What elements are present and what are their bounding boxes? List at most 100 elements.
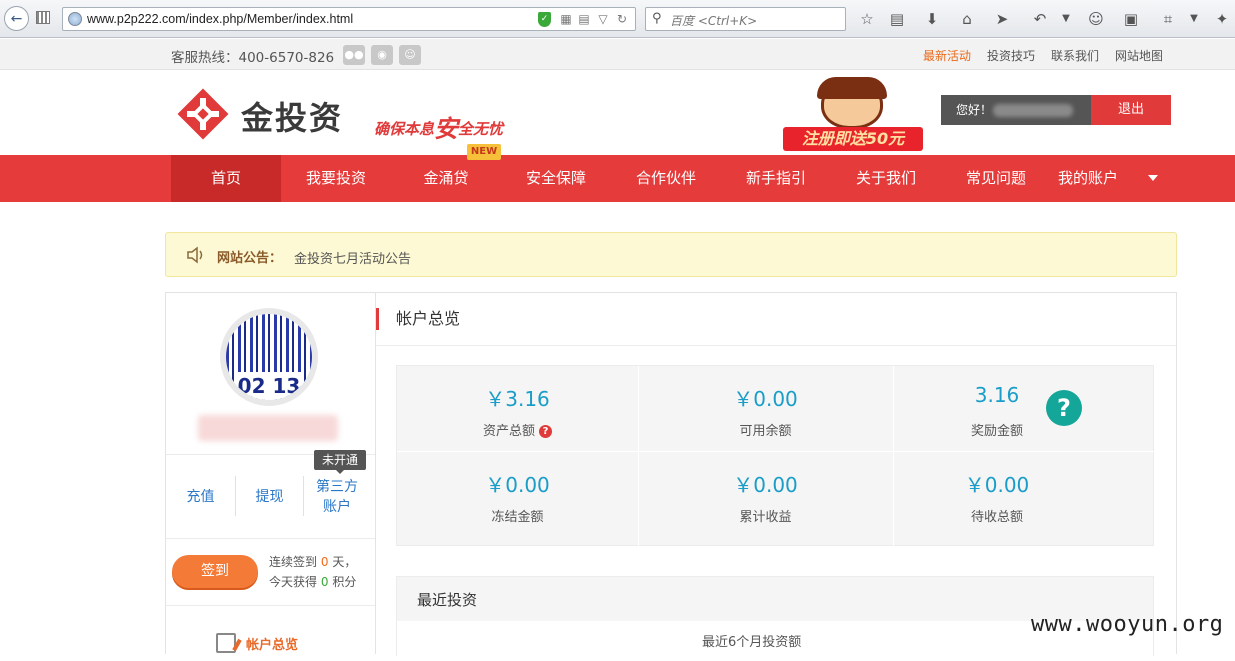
recharge-link[interactable]: 充值 xyxy=(166,456,235,538)
account-main: 帐户总览 ￥3.16 资产总额? ￥0.00 可用余额 3.16 奖励金额 ? … xyxy=(376,292,1177,661)
reader-icon[interactable]: ▤ xyxy=(577,12,591,26)
speaker-icon xyxy=(187,246,203,264)
promo-character-hair xyxy=(817,77,887,99)
avatar-image: 02 13 xyxy=(226,314,312,400)
stat-label: 资产总额 xyxy=(482,424,535,439)
star-icon[interactable]: ☆ xyxy=(857,9,877,29)
nav-my-account[interactable]: 我的账户 xyxy=(1033,155,1143,202)
reading-list-icon[interactable]: ▤ xyxy=(887,9,907,29)
nav-invest[interactable]: 我要投资 xyxy=(281,155,391,202)
qr-code-icon[interactable]: ▦ xyxy=(559,12,573,26)
logo-icon[interactable] xyxy=(177,88,229,140)
document-edit-icon xyxy=(216,633,236,653)
stat-value: ￥3.16 xyxy=(485,387,550,411)
crop-menu-icon[interactable]: ▼ xyxy=(1184,9,1204,29)
qq-group-icon[interactable]: ☺ xyxy=(399,45,421,65)
search-icon: ⚲ xyxy=(652,11,662,26)
notice-label: 网站公告： xyxy=(217,251,283,266)
undo-menu-icon[interactable]: ▼ xyxy=(1056,9,1076,29)
security-shield-icon[interactable]: ✓ xyxy=(538,12,551,27)
link-latest-activity[interactable]: 最新活动 xyxy=(923,47,971,64)
crop-icon[interactable]: ⌗ xyxy=(1158,9,1178,29)
divider xyxy=(166,538,375,539)
refresh-icon[interactable]: ↻ xyxy=(615,12,629,26)
logo-text[interactable]: 金投资 xyxy=(241,93,343,139)
extension-icon[interactable]: ✦ xyxy=(1212,9,1232,29)
account-stats: ￥3.16 资产总额? ￥0.00 可用余额 3.16 奖励金额 ? ￥0.00… xyxy=(396,365,1155,547)
account-sidebar: 02 13 充值 提现 第三方账户 未开通 签到 连续签到 0 天， 今天获得 … xyxy=(165,292,376,654)
address-bar[interactable]: www.p2p222.com/index.php/Member/index.ht… xyxy=(62,7,636,31)
sidebar-item-label: 帐户总览 xyxy=(246,637,299,653)
stat-accumulated-income: ￥0.00 累计收益 xyxy=(638,452,893,537)
help-icon[interactable]: ? xyxy=(539,425,552,438)
sidebar-item-account-overview[interactable]: 帐户总览 xyxy=(216,633,298,653)
nav-about-us[interactable]: 关于我们 xyxy=(831,155,941,202)
globe-icon xyxy=(68,12,82,26)
stat-value: ￥0.00 xyxy=(733,473,798,497)
username-redacted xyxy=(993,104,1073,117)
slogan-part-b: 安 xyxy=(434,115,459,143)
back-button[interactable]: ← xyxy=(4,6,29,31)
sign-in-button[interactable]: 签到 xyxy=(172,555,258,588)
stat-available-balance: ￥0.00 可用余额 xyxy=(638,366,893,451)
nav-home[interactable]: 首页 xyxy=(171,155,281,202)
sign-days-value: 0 xyxy=(320,555,329,569)
slogan-part-a: 确保本息 xyxy=(374,120,435,138)
stat-label-row: 资产总额? xyxy=(397,420,638,439)
top-links: 最新活动 投资技巧 联系我们 网站地图 xyxy=(923,47,1163,64)
link-sitemap[interactable]: 网站地图 xyxy=(1115,47,1163,64)
dropdown-icon[interactable]: ▽ xyxy=(596,12,610,26)
nav-partners[interactable]: 合作伙伴 xyxy=(611,155,721,202)
weibo-icon[interactable]: ◉ xyxy=(371,45,393,65)
page-title: 帐户总览 xyxy=(376,308,460,330)
nav-jinyongdai[interactable]: 金涌贷 xyxy=(391,155,501,202)
nav-security[interactable]: 安全保障 xyxy=(501,155,611,202)
sign-days-label: 连续签到 xyxy=(269,555,318,569)
notice-link[interactable]: 金投资七月活动公告 xyxy=(294,248,411,267)
stat-value: ￥0.00 xyxy=(733,387,798,411)
slogan-part-c: 全无忧 xyxy=(458,120,504,138)
send-icon[interactable]: ➤ xyxy=(992,9,1012,29)
logout-button[interactable]: 退出 xyxy=(1091,95,1171,125)
browser-search[interactable]: ⚲ 百度 <Ctrl+K> xyxy=(645,7,846,31)
hotline-text: 客服热线：400-6570-826 xyxy=(171,50,335,66)
main-nav: 首页 我要投资 金涌贷 安全保障 合作伙伴 新手指引 关于我们 常见问题 我的账… xyxy=(0,144,1235,202)
apps-icon[interactable] xyxy=(36,11,50,24)
nav-beginner-guide[interactable]: 新手指引 xyxy=(721,155,831,202)
user-icon[interactable]: ☺ xyxy=(1086,9,1106,29)
home-icon[interactable]: ⌂ xyxy=(957,9,977,29)
top-info-bar: 客服热线：400-6570-826 ●● ◉ ☺ 最新活动 投资技巧 联系我们 … xyxy=(0,39,1235,70)
translate-icon[interactable]: ▣ xyxy=(1121,9,1141,29)
sign-days-unit: 天， xyxy=(332,555,357,569)
link-invest-tips[interactable]: 投资技巧 xyxy=(987,47,1035,64)
user-box: 您好！ 退出 xyxy=(941,95,1171,125)
new-badge: NEW xyxy=(467,144,501,160)
not-activated-tooltip: 未开通 xyxy=(314,450,366,474)
avatar-barcode-digits: 02 13 xyxy=(236,372,302,400)
site-notice: 网站公告： 金投资七月活动公告 xyxy=(165,232,1177,277)
search-placeholder: 百度 <Ctrl+K> xyxy=(670,14,758,28)
chart-title: 最近6个月投资额 xyxy=(702,635,802,650)
sign-in-info: 连续签到 0 天， 今天获得 0 积分 xyxy=(269,552,356,592)
stat-value: ￥0.00 xyxy=(485,473,550,497)
undo-icon[interactable]: ↶ xyxy=(1030,9,1050,29)
wechat-icon[interactable]: ●● xyxy=(343,45,365,65)
browser-toolbar: ← www.p2p222.com/index.php/Member/index.… xyxy=(0,0,1235,38)
avatar[interactable]: 02 13 xyxy=(220,308,318,406)
link-contact-us[interactable]: 联系我们 xyxy=(1051,47,1099,64)
url-text[interactable]: www.p2p222.com/index.php/Member/index.ht… xyxy=(87,12,353,26)
divider xyxy=(376,345,1176,346)
stat-value: ￥0.00 xyxy=(964,473,1030,497)
stat-pending-total: ￥0.00 待收总额 xyxy=(893,452,1101,537)
stat-total-assets: ￥3.16 资产总额? xyxy=(397,366,638,451)
stat-label: 冻结金额 xyxy=(491,510,544,525)
points-unit: 积分 xyxy=(332,575,357,589)
download-icon[interactable]: ⬇ xyxy=(922,9,942,29)
register-promo-banner[interactable]: 注册即送50元 xyxy=(783,77,923,153)
help-circle-icon[interactable]: ? xyxy=(1046,390,1082,426)
stat-label: 累计收益 xyxy=(739,510,792,525)
stat-frozen-amount: ￥0.00 冻结金额 xyxy=(397,452,638,537)
withdraw-link[interactable]: 提现 xyxy=(235,456,304,538)
chevron-down-icon[interactable] xyxy=(1148,175,1158,181)
section-title: 最近投资 xyxy=(417,591,478,609)
